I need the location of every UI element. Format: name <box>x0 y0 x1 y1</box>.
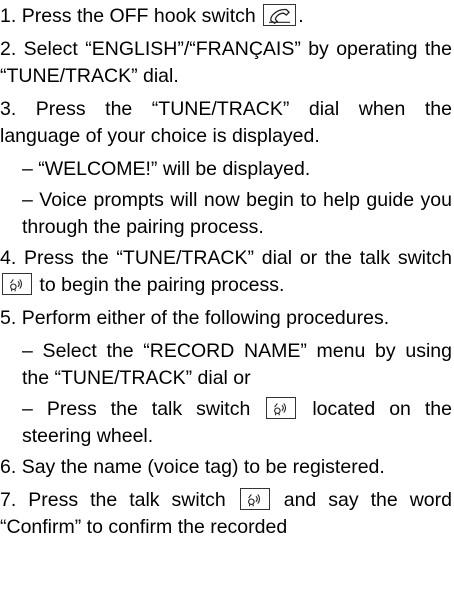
step-6: 6. Say the name (voice tag) to be regist… <box>0 454 452 481</box>
step-text: Perform either of the following procedur… <box>21 307 390 329</box>
step-number: 2. <box>0 38 17 60</box>
option-text: – Select the “RECORD NAME” menu by using… <box>22 340 452 389</box>
step-3-note-welcome: – “WELCOME!” will be displayed. <box>22 156 452 183</box>
step-5-option-menu: – Select the “RECORD NAME” menu by using… <box>22 338 452 392</box>
note-text: – “WELCOME!” will be displayed. <box>22 158 311 180</box>
step-number: 5. <box>0 307 17 329</box>
step-2: 2. Select “ENGLISH”/“FRANÇAIS” by operat… <box>0 36 452 90</box>
step-number: 6. <box>0 456 17 478</box>
step-number: 3. <box>0 98 17 120</box>
phone-hook-icon <box>263 4 297 26</box>
step-5: 5. Perform either of the following proce… <box>0 305 452 332</box>
manual-page: 1. Press the OFF hook switch . 2. Select… <box>0 0 454 612</box>
talk-switch-icon <box>266 397 297 419</box>
step-number: 1. <box>0 5 17 27</box>
step-text-end: . <box>298 5 304 27</box>
step-text: Press the “TUNE/TRACK” dial or the talk … <box>24 247 452 269</box>
step-3-note-prompts: – Voice prompts will now begin to help g… <box>22 187 452 241</box>
talk-switch-icon <box>239 488 270 510</box>
step-number: 7. <box>0 489 17 511</box>
step-text: Select “ENGLISH”/“FRANÇAIS” by operating… <box>0 38 452 87</box>
step-text: Press the “TUNE/TRACK” dial when the lan… <box>0 98 453 147</box>
step-3: 3. Press the “TUNE/TRACK” dial when the … <box>0 96 452 150</box>
step-5-option-talk: – Press the talk switch located on the s… <box>22 396 452 450</box>
talk-switch-icon <box>2 273 32 295</box>
step-4: 4. Press the “TUNE/TRACK” dial or the ta… <box>0 245 452 299</box>
step-1: 1. Press the OFF hook switch . <box>0 3 452 30</box>
step-7: 7. Press the talk switch and say the wor… <box>0 487 452 541</box>
step-text: Press the OFF hook switch <box>21 5 256 27</box>
step-text: Press the talk switch <box>28 489 226 511</box>
step-text-end: to begin the pairing process. <box>39 274 285 296</box>
option-text: – Press the talk switch <box>22 398 251 420</box>
note-text: – Voice prompts will now begin to help g… <box>22 189 452 238</box>
step-number: 4. <box>0 247 17 269</box>
step-text: Say the name (voice tag) to be registere… <box>21 456 385 478</box>
